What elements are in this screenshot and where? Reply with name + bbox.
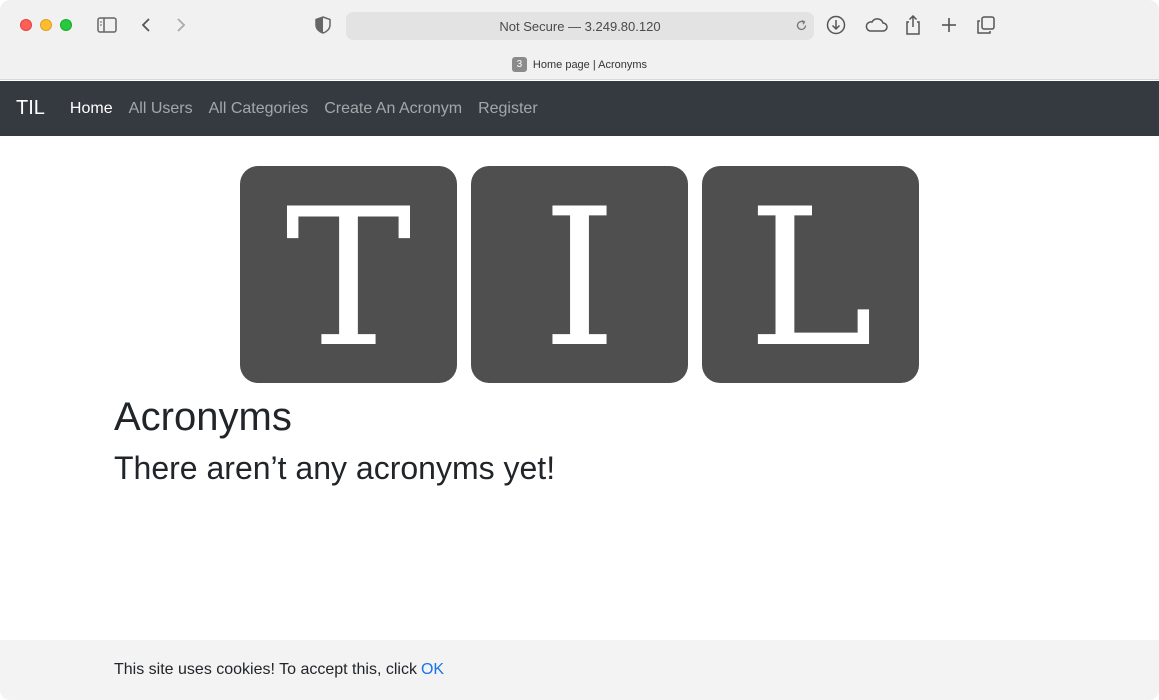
close-window-button[interactable] xyxy=(20,19,32,31)
logo-tile-t: T xyxy=(240,166,457,383)
logo-letter: I xyxy=(541,167,618,389)
til-logo: T I L xyxy=(240,166,920,383)
cookie-banner: This site uses cookies! To accept this, … xyxy=(0,640,1159,700)
zoom-window-button[interactable] xyxy=(60,19,72,31)
browser-tab[interactable]: 3 Home page | Acronyms xyxy=(0,57,1159,72)
logo-tile-l: L xyxy=(702,166,919,383)
nav-link-all-users[interactable]: All Users xyxy=(129,100,193,118)
forward-icon[interactable] xyxy=(170,14,192,36)
cookie-accept-link[interactable]: OK xyxy=(421,661,444,679)
logo-letter: T xyxy=(285,167,412,389)
navbar-brand[interactable]: TIL xyxy=(16,97,45,120)
nav-link-home[interactable]: Home xyxy=(70,100,113,118)
sidebar-toggle-icon[interactable] xyxy=(96,14,118,36)
nav-link-register[interactable]: Register xyxy=(478,100,538,118)
browser-window: Not Secure — 3.249.80.120 3 Home page | … xyxy=(0,0,1159,700)
icloud-icon[interactable] xyxy=(863,14,889,36)
cookie-message: This site uses cookies! To accept this, … xyxy=(114,661,417,678)
tab-overview-icon[interactable] xyxy=(975,14,997,36)
share-icon[interactable] xyxy=(902,14,924,36)
tab-title-text: Home page | Acronyms xyxy=(532,58,648,71)
empty-state-message: There aren’t any acronyms yet! xyxy=(114,450,556,486)
site-navbar: TIL Home All Users All Categories Create… xyxy=(0,81,1159,136)
downloads-icon[interactable] xyxy=(825,14,847,36)
address-bar[interactable]: Not Secure — 3.249.80.120 xyxy=(346,12,814,40)
reload-icon[interactable] xyxy=(795,19,808,35)
logo-letter: L xyxy=(747,167,874,389)
back-icon[interactable] xyxy=(135,14,157,36)
minimize-window-button[interactable] xyxy=(40,19,52,31)
privacy-shield-icon[interactable] xyxy=(312,14,334,36)
tab-count-badge: 3 xyxy=(511,57,527,72)
browser-toolbar: Not Secure — 3.249.80.120 3 Home page | … xyxy=(0,0,1159,80)
address-text: Not Secure — 3.249.80.120 xyxy=(499,18,661,34)
nav-link-all-categories[interactable]: All Categories xyxy=(209,100,309,118)
page-title: Acronyms xyxy=(114,395,292,439)
new-tab-icon[interactable] xyxy=(938,14,960,36)
nav-link-create-acronym[interactable]: Create An Acronym xyxy=(324,100,462,118)
logo-tile-i: I xyxy=(471,166,688,383)
